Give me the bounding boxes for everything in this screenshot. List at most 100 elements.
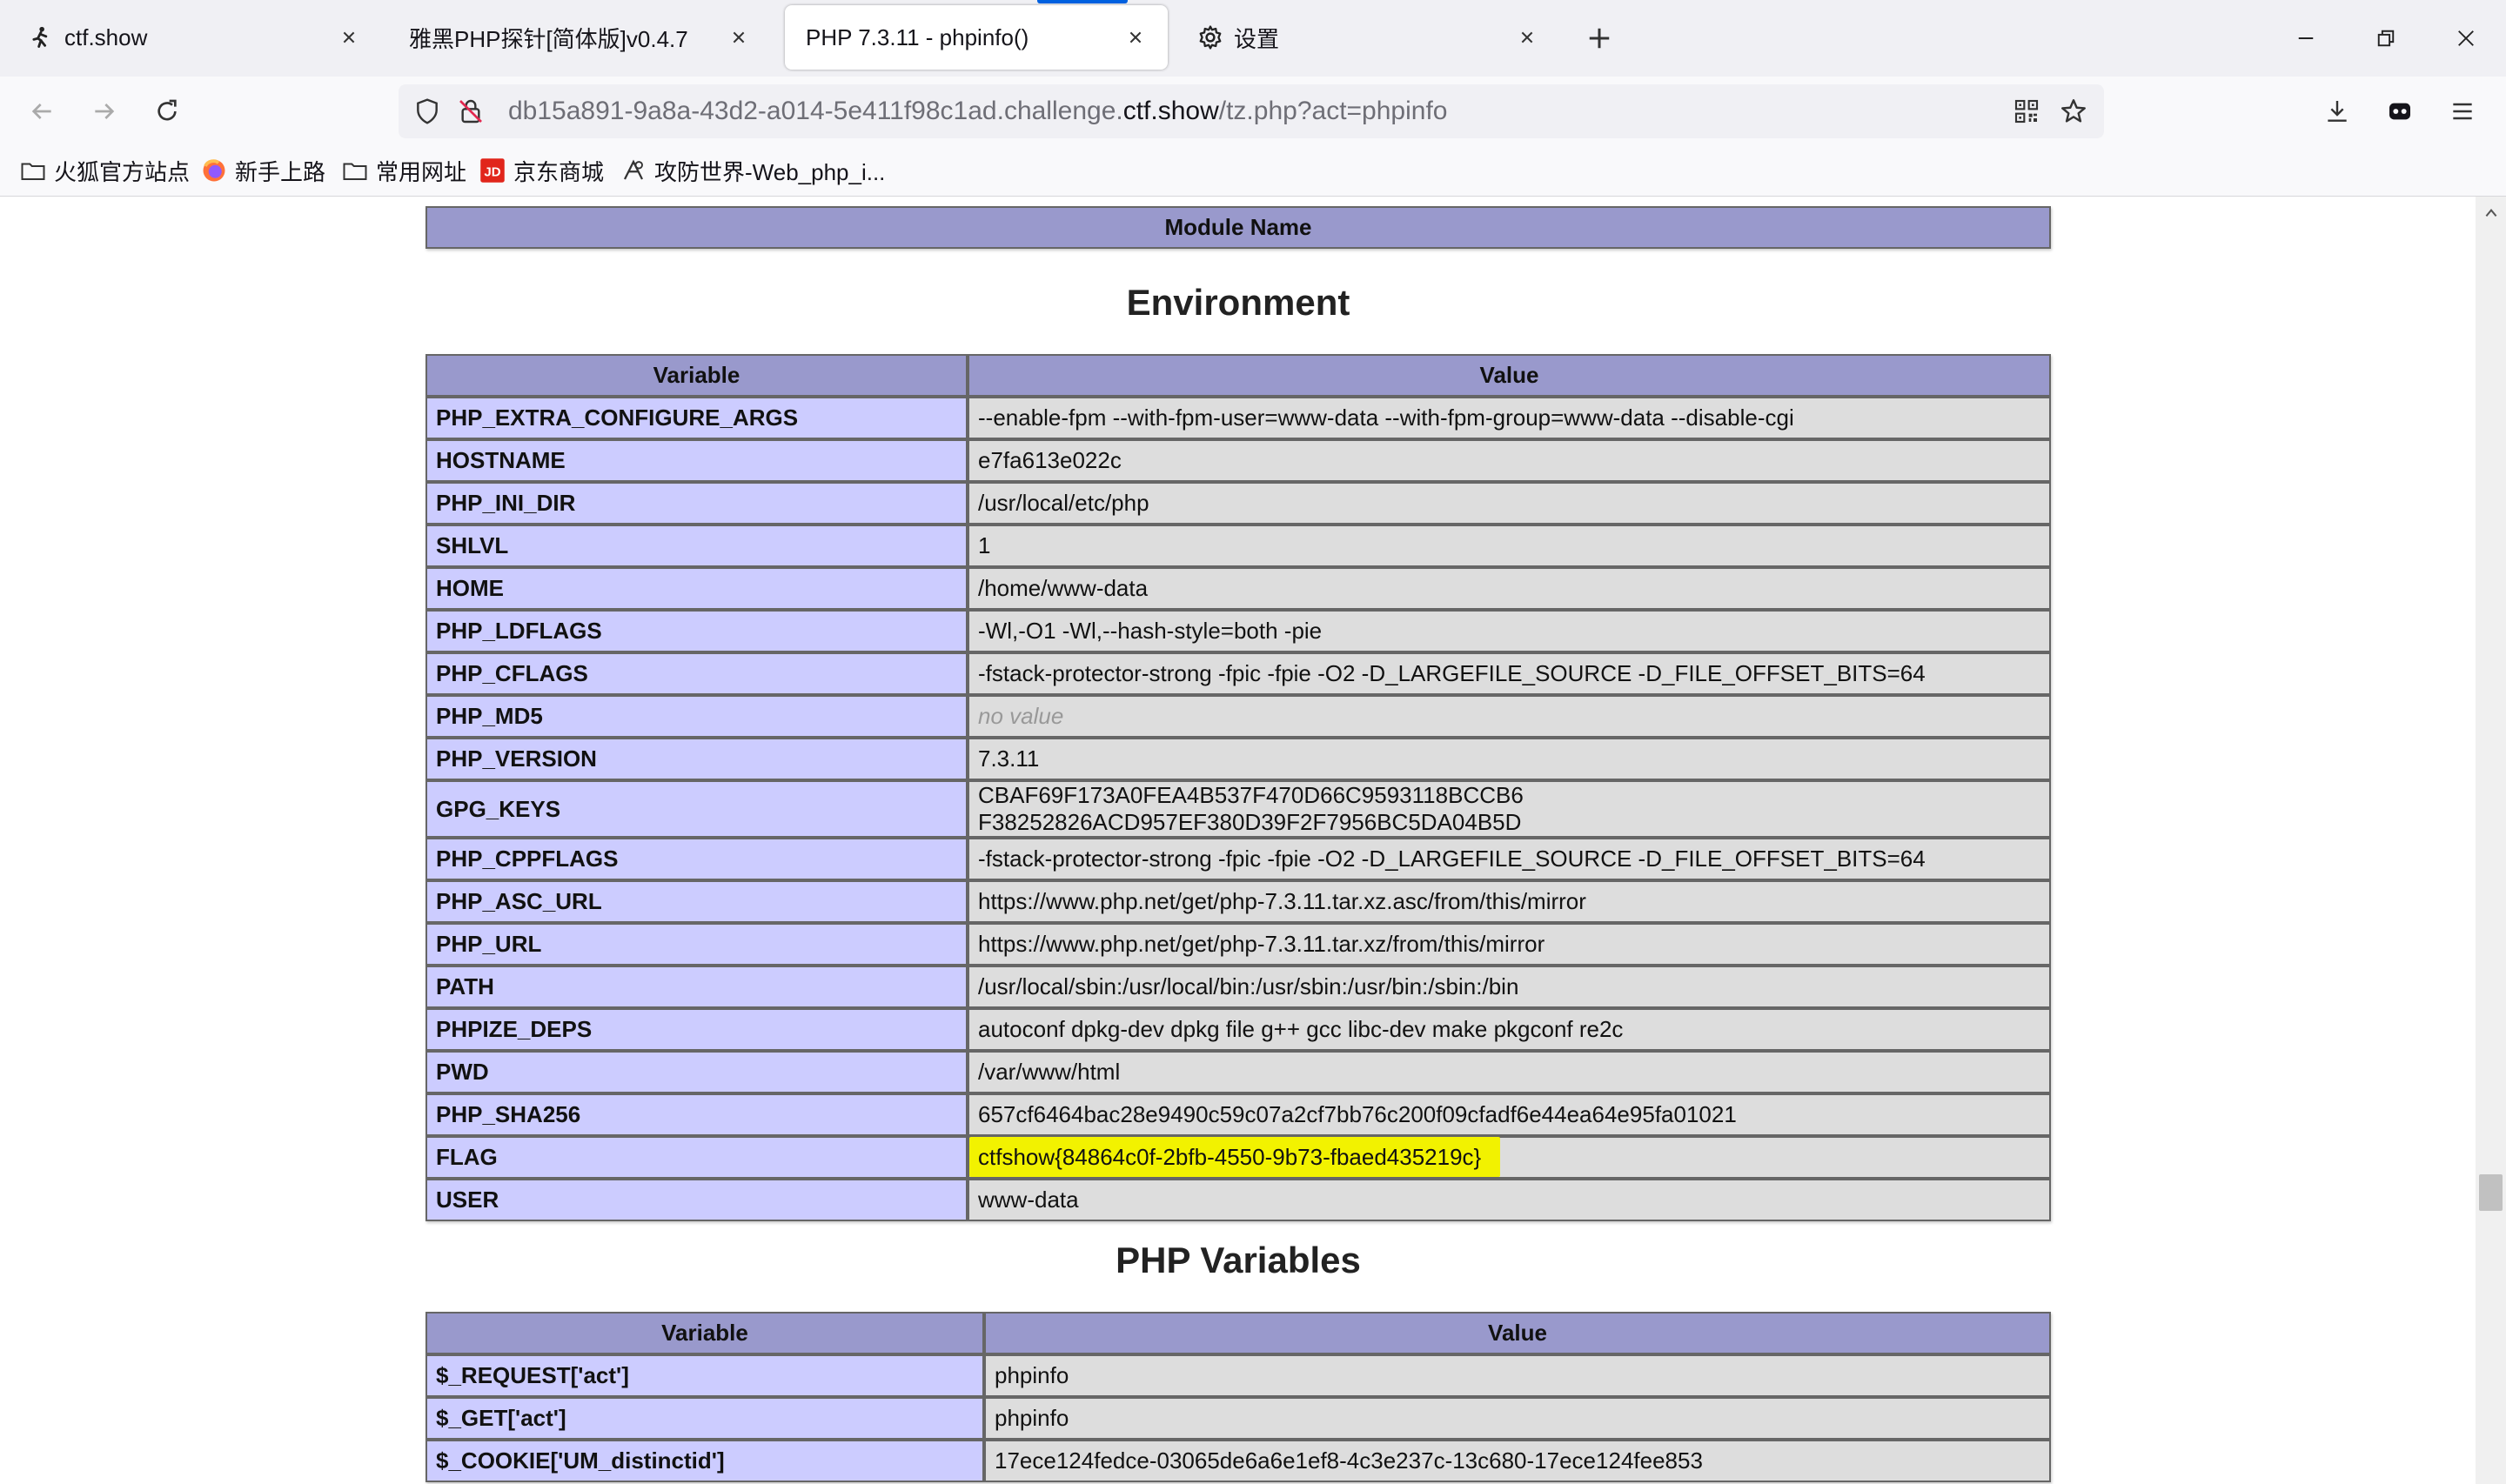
scrollbar-thumb[interactable] — [2479, 1174, 2503, 1211]
module-name-header: Module Name — [425, 206, 2051, 249]
tab-strip: ctf.show 雅黑PHP探针[简体版]v0.4.7 PHP 7.3.11 -… — [0, 0, 2506, 77]
variable-value-cell: /usr/local/sbin:/usr/local/bin:/usr/sbin… — [968, 966, 2051, 1008]
variable-value-cell: www-data — [968, 1179, 2051, 1221]
adworld-icon — [620, 157, 647, 184]
hamburger-menu-icon — [2453, 103, 2472, 120]
folder-icon — [19, 157, 47, 184]
account-button[interactable] — [2375, 87, 2424, 136]
table-row: HOSTNAME e7fa613e022c — [425, 439, 2051, 482]
star-icon[interactable] — [2057, 95, 2090, 128]
menu-button[interactable] — [2438, 87, 2487, 136]
new-tab-button[interactable] — [1573, 12, 1625, 64]
variable-name-cell: PHP_VERSION — [425, 738, 968, 780]
table-row: PHP_URL https://www.php.net/get/php-7.3.1… — [425, 923, 2051, 966]
minimize-button[interactable] — [2280, 12, 2332, 64]
scroll-up-arrow-icon[interactable] — [2476, 200, 2506, 226]
variable-name-cell: SHLVL — [425, 525, 968, 567]
table-row: PHP_INI_DIR/usr/local/etc/php — [425, 482, 2051, 525]
php-variables-table: Variable Value $_REQUEST['act'] phpinfo $_… — [425, 1312, 2051, 1482]
arrow-left-icon — [31, 104, 51, 119]
variable-name-cell: PATH — [425, 966, 968, 1008]
ctfshow-runner-icon — [28, 24, 54, 50]
variable-value-cell: autoconf dpkg-dev dpkg file g++ gcc libc… — [968, 1008, 2051, 1051]
bookmark-label: 常用网址 — [376, 158, 467, 185]
reload-button[interactable] — [143, 87, 191, 136]
variable-name-cell: PHP_CPPFLAGS — [425, 838, 968, 880]
table-row: PHP_CPPFLAGS -fstack-protector-strong -fp… — [425, 838, 2051, 880]
variable-name-cell: PHPIZE_DEPS — [425, 1008, 968, 1051]
back-button[interactable] — [17, 87, 66, 136]
variable-value-cell: /var/www/html — [968, 1051, 2051, 1093]
variable-value-cell: 1 — [968, 525, 2051, 567]
table-row: FLAG ctfshow{84864c0f-2bfb-4550-9b73-fbae… — [425, 1136, 2051, 1179]
url-path: /tz.php?act=phpinfo — [1218, 97, 1448, 125]
close-window-button[interactable] — [2440, 12, 2492, 64]
shield-icon[interactable] — [411, 95, 444, 128]
table-row: GPG_KEYS CBAF69F173A0FEA4B537F470D66C9593… — [425, 780, 2051, 838]
minimize-icon — [2298, 37, 2314, 39]
bookmark-item[interactable]: 新手上路 — [200, 151, 325, 190]
plus-icon — [1589, 28, 1610, 49]
table-row: PHPIZE_DEPS autoconf dpkg-dev dpkg file g… — [425, 1008, 2051, 1051]
qr-code-icon[interactable] — [2010, 95, 2043, 128]
flag-highlight: ctfshow{84864c0f-2bfb-4550-9b73-fbaed435… — [969, 1137, 1501, 1177]
bookmark-item[interactable]: 攻防世界-Web_php_i... — [620, 151, 885, 190]
arrow-right-icon — [95, 104, 115, 119]
variable-value-cell: -fstack-protector-strong -fpic -fpie -O2… — [968, 652, 2051, 695]
variable-name-cell: PHP_SHA256 — [425, 1093, 968, 1136]
variable-name-cell: PHP_URL — [425, 923, 968, 966]
address-bar[interactable]: db15a891-9a8a-43d2-a014-5e411f98c1ad.cha… — [399, 84, 2104, 138]
bookmark-item[interactable]: JD 京东商城 — [479, 151, 604, 190]
variable-value-cell: phpinfo — [984, 1397, 2051, 1440]
bookmark-label: 攻防世界-Web_php_i... — [654, 158, 886, 185]
navigation-toolbar: db15a891-9a8a-43d2-a014-5e411f98c1ad.cha… — [0, 77, 2506, 146]
download-icon — [2328, 101, 2347, 122]
url-domain: ctf.show — [1122, 97, 1219, 125]
variable-value-cell: /usr/local/etc/php — [968, 482, 2051, 525]
table-row: PWD/var/www/html — [425, 1051, 2051, 1093]
table-row: HOME/home/www-data — [425, 567, 2051, 610]
table-row: $_REQUEST['act'] phpinfo — [425, 1354, 2051, 1397]
reload-icon — [157, 99, 177, 121]
table-row: PHP_MD5 no value — [425, 695, 2051, 738]
php-variables-rows: $_REQUEST['act'] phpinfo $_GET['act'] phpin… — [425, 1354, 2051, 1482]
url-text[interactable]: db15a891-9a8a-43d2-a014-5e411f98c1ad.cha… — [508, 84, 1447, 138]
table-row: PATH/usr/local/sbin:/usr/local/bin:/usr/… — [425, 966, 2051, 1008]
url-prefix: db15a891-9a8a-43d2-a014-5e411f98c1ad.cha… — [508, 97, 1123, 125]
gear-icon — [1197, 24, 1223, 50]
tab-phpinfo[interactable]: PHP 7.3.11 - phpinfo() — [785, 5, 1168, 70]
column-header-variable: Variable — [425, 1312, 984, 1354]
bookmarks-toolbar: 火狐官方站点 新手上路 常用网址 JD 京东商城 攻防世界-Web_php_i.… — [0, 146, 2506, 197]
bookmark-item[interactable]: 常用网址 — [341, 151, 466, 190]
downloads-button[interactable] — [2313, 87, 2362, 136]
close-icon[interactable] — [726, 24, 752, 50]
close-icon[interactable] — [336, 24, 362, 50]
variable-name-cell: GPG_KEYS — [425, 780, 968, 838]
table-row: USER www-data — [425, 1179, 2051, 1221]
table-row: PHP_VERSION 7.3.11 — [425, 738, 2051, 780]
tab-settings[interactable]: 设置 — [1176, 5, 1559, 70]
close-icon[interactable] — [1122, 24, 1149, 50]
table-row: SHLVL 1 — [425, 525, 2051, 567]
close-icon[interactable] — [1514, 24, 1540, 50]
bookmark-item[interactable]: 火狐官方站点 — [19, 151, 190, 190]
variable-value-cell: 7.3.11 — [968, 738, 2051, 780]
variable-value-cell: ctfshow{84864c0f-2bfb-4550-9b73-fbaed435… — [968, 1136, 2051, 1179]
tab-title: ctf.show — [64, 23, 148, 50]
variable-name-cell: $_COOKIE['UM_distinctid'] — [425, 1440, 984, 1482]
module-name-table: Module Name — [425, 206, 2051, 249]
variable-name-cell: PHP_INI_DIR — [425, 482, 968, 525]
tab-probe[interactable]: 雅黑PHP探针[简体版]v0.4.7 — [388, 5, 771, 70]
variable-name-cell: HOME — [425, 567, 968, 610]
table-row: PHP_LDFLAGS -Wl,-O1 -Wl,--hash-style=both… — [425, 610, 2051, 652]
restore-button[interactable] — [2360, 12, 2412, 64]
variable-value-cell: -fstack-protector-strong -fpic -fpie -O2… — [968, 838, 2051, 880]
vertical-scrollbar[interactable] — [2476, 197, 2506, 1484]
insecure-lock-icon[interactable] — [454, 95, 487, 128]
bookmark-label: 火狐官方站点 — [54, 158, 191, 185]
tab-ctfshow[interactable]: ctf.show — [7, 5, 381, 70]
variable-name-cell: PHP_LDFLAGS — [425, 610, 968, 652]
forward-button[interactable] — [80, 87, 129, 136]
variable-value-cell: /home/www-data — [968, 567, 2051, 610]
variable-value-cell: https://www.php.net/get/php-7.3.11.tar.x… — [968, 923, 2051, 966]
